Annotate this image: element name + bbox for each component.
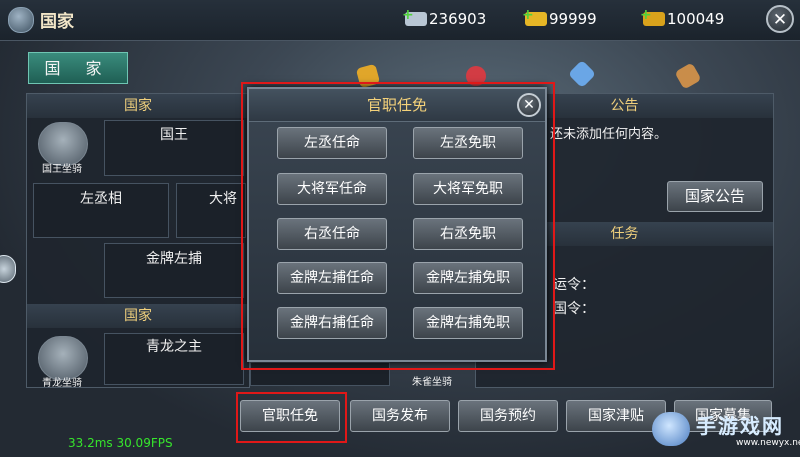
king-slot[interactable]: 国王 <box>104 120 244 176</box>
general-label: 大将 <box>209 191 237 207</box>
watermark: 手游戏网 www.newyx.net <box>652 408 800 454</box>
guardians-header: 国家 <box>27 304 249 328</box>
general-slot[interactable]: 大将 <box>176 183 246 238</box>
king-label: 国王 <box>160 127 188 143</box>
qinglong-lord-slot[interactable]: 青龙之主 <box>104 333 244 385</box>
gold-resource[interactable]: +99999 <box>522 7 597 28</box>
gold-ticket-icon: + <box>640 7 665 26</box>
reserve-button[interactable]: 国务预约 <box>458 400 558 432</box>
guardians-header-label: 国家 <box>124 308 152 324</box>
fps-counter: 33.2ms 30.09FPS <box>68 436 173 450</box>
watermark-logo-icon <box>652 412 690 446</box>
country-emblem-icon <box>8 7 34 33</box>
ticket-resource[interactable]: +100049 <box>640 7 725 28</box>
order-line-1: 运令： <box>553 277 595 293</box>
tab-country[interactable]: 国 家 <box>28 52 128 84</box>
silver-value: 236903 <box>429 10 487 28</box>
king-mount-label: 国王坐骑 <box>42 164 82 175</box>
close-icon[interactable]: ✕ <box>766 5 794 33</box>
task-header-label: 任务 <box>610 226 639 242</box>
announcement-button[interactable]: 国家公告 <box>667 181 763 212</box>
officials-header-label: 国家 <box>124 98 152 114</box>
announcement-header-label: 公告 <box>610 98 639 114</box>
ticket-value: 100049 <box>667 10 725 28</box>
qinglong-mount-label: 青龙坐骑 <box>42 378 82 389</box>
appoint-highlight-box <box>236 392 347 443</box>
subsidy-button[interactable]: 国家津贴 <box>566 400 666 432</box>
announcement-text: 还未添加任何内容。 <box>550 127 668 142</box>
publish-button[interactable]: 国务发布 <box>350 400 450 432</box>
gold-value: 99999 <box>549 10 597 28</box>
dialog-highlight-box <box>241 82 555 370</box>
gold-left-catcher-label: 金牌左捕 <box>146 251 202 267</box>
silver-resource[interactable]: +236903 <box>402 7 487 28</box>
order-line-2: 国令： <box>553 301 595 317</box>
left-chancellor-label: 左丞相 <box>80 191 122 207</box>
officials-header: 国家 <box>27 94 249 118</box>
watermark-text: 手游戏网 <box>696 414 784 438</box>
gold-ingot-icon: + <box>522 7 547 26</box>
watermark-url: www.newyx.net <box>736 438 800 448</box>
zhuque-mount-label: 朱雀坐骑 <box>412 377 452 388</box>
left-chancellor-slot[interactable]: 左丞相 <box>33 183 169 238</box>
silver-ingot-icon: + <box>402 7 427 26</box>
gold-left-catcher-slot[interactable]: 金牌左捕 <box>104 243 244 298</box>
qinglong-lord-label: 青龙之主 <box>146 339 202 355</box>
window-title: 国家 <box>40 12 74 32</box>
